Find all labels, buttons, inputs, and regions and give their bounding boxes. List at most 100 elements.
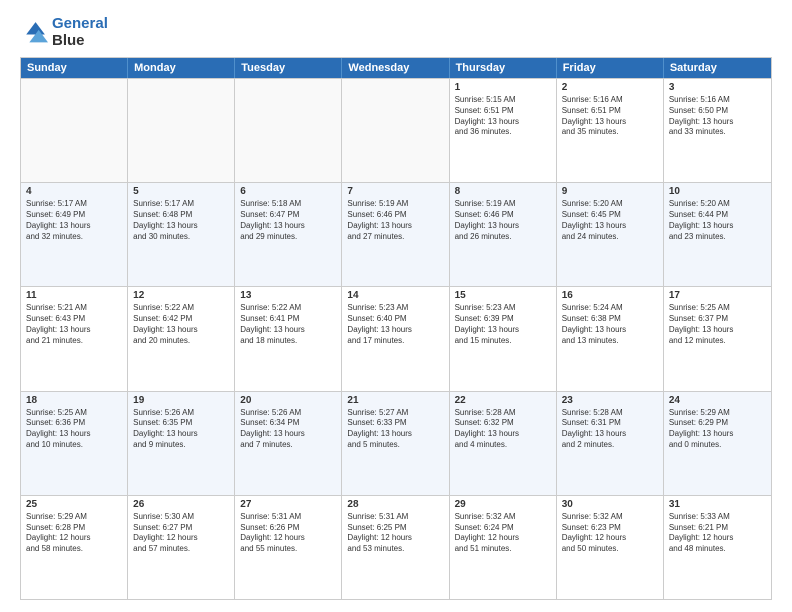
day-info: Sunrise: 5:28 AM Sunset: 6:32 PM Dayligh…: [455, 408, 551, 451]
day-info: Sunrise: 5:15 AM Sunset: 6:51 PM Dayligh…: [455, 95, 551, 138]
day-number: 16: [562, 290, 658, 301]
calendar-header: SundayMondayTuesdayWednesdayThursdayFrid…: [21, 58, 771, 78]
day-info: Sunrise: 5:28 AM Sunset: 6:31 PM Dayligh…: [562, 408, 658, 451]
calendar-row: 18 Sunrise: 5:25 AM Sunset: 6:36 PM Dayli…: [21, 391, 771, 495]
calendar-cell: 4 Sunrise: 5:17 AM Sunset: 6:49 PM Daylig…: [21, 183, 128, 286]
day-info: Sunrise: 5:27 AM Sunset: 6:33 PM Dayligh…: [347, 408, 443, 451]
day-number: 13: [240, 290, 336, 301]
day-info: Sunrise: 5:20 AM Sunset: 6:45 PM Dayligh…: [562, 199, 658, 242]
calendar-cell: 1 Sunrise: 5:15 AM Sunset: 6:51 PM Daylig…: [450, 79, 557, 182]
calendar-cell: 17Sunrise: 5:25 AM Sunset: 6:37 PM Dayli…: [664, 287, 771, 390]
calendar: SundayMondayTuesdayWednesdayThursdayFrid…: [20, 57, 772, 600]
day-info: Sunrise: 5:19 AM Sunset: 6:46 PM Dayligh…: [455, 199, 551, 242]
day-number: 8: [455, 186, 551, 197]
calendar-row: 11 Sunrise: 5:21 AM Sunset: 6:43 PM Dayli…: [21, 286, 771, 390]
cal-header-day: Saturday: [664, 58, 771, 78]
calendar-cell: 31Sunrise: 5:33 AM Sunset: 6:21 PM Dayli…: [664, 496, 771, 599]
calendar-cell: 14Sunrise: 5:23 AM Sunset: 6:40 PM Dayli…: [342, 287, 449, 390]
logo: General Blue: [20, 16, 108, 49]
calendar-row: 25Sunrise: 5:29 AM Sunset: 6:28 PM Dayli…: [21, 495, 771, 599]
calendar-cell: 7Sunrise: 5:19 AM Sunset: 6:46 PM Daylig…: [342, 183, 449, 286]
day-number: 28: [347, 499, 443, 510]
day-number: 2: [562, 82, 658, 93]
cal-header-day: Thursday: [450, 58, 557, 78]
cal-header-day: Sunday: [21, 58, 128, 78]
day-number: 12: [133, 290, 229, 301]
calendar-cell: [128, 79, 235, 182]
day-number: 1: [455, 82, 551, 93]
day-info: Sunrise: 5:20 AM Sunset: 6:44 PM Dayligh…: [669, 199, 766, 242]
logo-icon: [20, 19, 48, 47]
day-info: Sunrise: 5:18 AM Sunset: 6:47 PM Dayligh…: [240, 199, 336, 242]
day-number: 4: [26, 186, 122, 197]
day-number: 21: [347, 395, 443, 406]
day-info: Sunrise: 5:32 AM Sunset: 6:24 PM Dayligh…: [455, 512, 551, 555]
day-number: 5: [133, 186, 229, 197]
day-info: Sunrise: 5:21 AM Sunset: 6:43 PM Dayligh…: [26, 303, 122, 346]
calendar-cell: 11 Sunrise: 5:21 AM Sunset: 6:43 PM Dayli…: [21, 287, 128, 390]
calendar-cell: 24Sunrise: 5:29 AM Sunset: 6:29 PM Dayli…: [664, 392, 771, 495]
day-info: Sunrise: 5:17 AM Sunset: 6:48 PM Dayligh…: [133, 199, 229, 242]
day-number: 24: [669, 395, 766, 406]
calendar-cell: [342, 79, 449, 182]
calendar-cell: 23 Sunrise: 5:28 AM Sunset: 6:31 PM Dayli…: [557, 392, 664, 495]
calendar-cell: 30Sunrise: 5:32 AM Sunset: 6:23 PM Dayli…: [557, 496, 664, 599]
calendar-cell: 25Sunrise: 5:29 AM Sunset: 6:28 PM Dayli…: [21, 496, 128, 599]
day-number: 10: [669, 186, 766, 197]
calendar-cell: 6 Sunrise: 5:18 AM Sunset: 6:47 PM Daylig…: [235, 183, 342, 286]
day-number: 20: [240, 395, 336, 406]
day-info: Sunrise: 5:22 AM Sunset: 6:42 PM Dayligh…: [133, 303, 229, 346]
day-number: 18: [26, 395, 122, 406]
calendar-cell: 19 Sunrise: 5:26 AM Sunset: 6:35 PM Dayli…: [128, 392, 235, 495]
day-number: 30: [562, 499, 658, 510]
calendar-cell: [21, 79, 128, 182]
calendar-cell: 22 Sunrise: 5:28 AM Sunset: 6:32 PM Dayli…: [450, 392, 557, 495]
day-number: 23: [562, 395, 658, 406]
day-info: Sunrise: 5:31 AM Sunset: 6:26 PM Dayligh…: [240, 512, 336, 555]
day-number: 17: [669, 290, 766, 301]
calendar-cell: 3 Sunrise: 5:16 AM Sunset: 6:50 PM Daylig…: [664, 79, 771, 182]
cal-header-day: Wednesday: [342, 58, 449, 78]
day-number: 27: [240, 499, 336, 510]
calendar-cell: 9 Sunrise: 5:20 AM Sunset: 6:45 PM Daylig…: [557, 183, 664, 286]
day-info: Sunrise: 5:31 AM Sunset: 6:25 PM Dayligh…: [347, 512, 443, 555]
day-info: Sunrise: 5:29 AM Sunset: 6:28 PM Dayligh…: [26, 512, 122, 555]
calendar-cell: 26 Sunrise: 5:30 AM Sunset: 6:27 PM Dayli…: [128, 496, 235, 599]
day-info: Sunrise: 5:16 AM Sunset: 6:50 PM Dayligh…: [669, 95, 766, 138]
calendar-cell: 2 Sunrise: 5:16 AM Sunset: 6:51 PM Daylig…: [557, 79, 664, 182]
cal-header-day: Monday: [128, 58, 235, 78]
logo-text: General Blue: [52, 16, 108, 49]
day-number: 22: [455, 395, 551, 406]
day-info: Sunrise: 5:22 AM Sunset: 6:41 PM Dayligh…: [240, 303, 336, 346]
day-number: 14: [347, 290, 443, 301]
day-info: Sunrise: 5:24 AM Sunset: 6:38 PM Dayligh…: [562, 303, 658, 346]
calendar-cell: 5 Sunrise: 5:17 AM Sunset: 6:48 PM Daylig…: [128, 183, 235, 286]
day-number: 11: [26, 290, 122, 301]
day-info: Sunrise: 5:30 AM Sunset: 6:27 PM Dayligh…: [133, 512, 229, 555]
day-info: Sunrise: 5:25 AM Sunset: 6:36 PM Dayligh…: [26, 408, 122, 451]
calendar-row: 4 Sunrise: 5:17 AM Sunset: 6:49 PM Daylig…: [21, 182, 771, 286]
calendar-cell: 18 Sunrise: 5:25 AM Sunset: 6:36 PM Dayli…: [21, 392, 128, 495]
day-info: Sunrise: 5:33 AM Sunset: 6:21 PM Dayligh…: [669, 512, 766, 555]
day-number: 15: [455, 290, 551, 301]
day-number: 26: [133, 499, 229, 510]
day-number: 9: [562, 186, 658, 197]
calendar-cell: 28 Sunrise: 5:31 AM Sunset: 6:25 PM Dayli…: [342, 496, 449, 599]
day-number: 3: [669, 82, 766, 93]
day-info: Sunrise: 5:16 AM Sunset: 6:51 PM Dayligh…: [562, 95, 658, 138]
day-info: Sunrise: 5:26 AM Sunset: 6:35 PM Dayligh…: [133, 408, 229, 451]
header: General Blue: [20, 16, 772, 49]
day-number: 6: [240, 186, 336, 197]
calendar-cell: 29Sunrise: 5:32 AM Sunset: 6:24 PM Dayli…: [450, 496, 557, 599]
page: General Blue SundayMondayTuesdayWednesda…: [0, 0, 792, 612]
day-number: 19: [133, 395, 229, 406]
calendar-cell: 20Sunrise: 5:26 AM Sunset: 6:34 PM Dayli…: [235, 392, 342, 495]
day-info: Sunrise: 5:17 AM Sunset: 6:49 PM Dayligh…: [26, 199, 122, 242]
day-info: Sunrise: 5:19 AM Sunset: 6:46 PM Dayligh…: [347, 199, 443, 242]
calendar-cell: 16 Sunrise: 5:24 AM Sunset: 6:38 PM Dayli…: [557, 287, 664, 390]
calendar-cell: 15 Sunrise: 5:23 AM Sunset: 6:39 PM Dayli…: [450, 287, 557, 390]
day-info: Sunrise: 5:23 AM Sunset: 6:39 PM Dayligh…: [455, 303, 551, 346]
calendar-cell: 13 Sunrise: 5:22 AM Sunset: 6:41 PM Dayli…: [235, 287, 342, 390]
calendar-cell: 8 Sunrise: 5:19 AM Sunset: 6:46 PM Daylig…: [450, 183, 557, 286]
calendar-cell: 12 Sunrise: 5:22 AM Sunset: 6:42 PM Dayli…: [128, 287, 235, 390]
